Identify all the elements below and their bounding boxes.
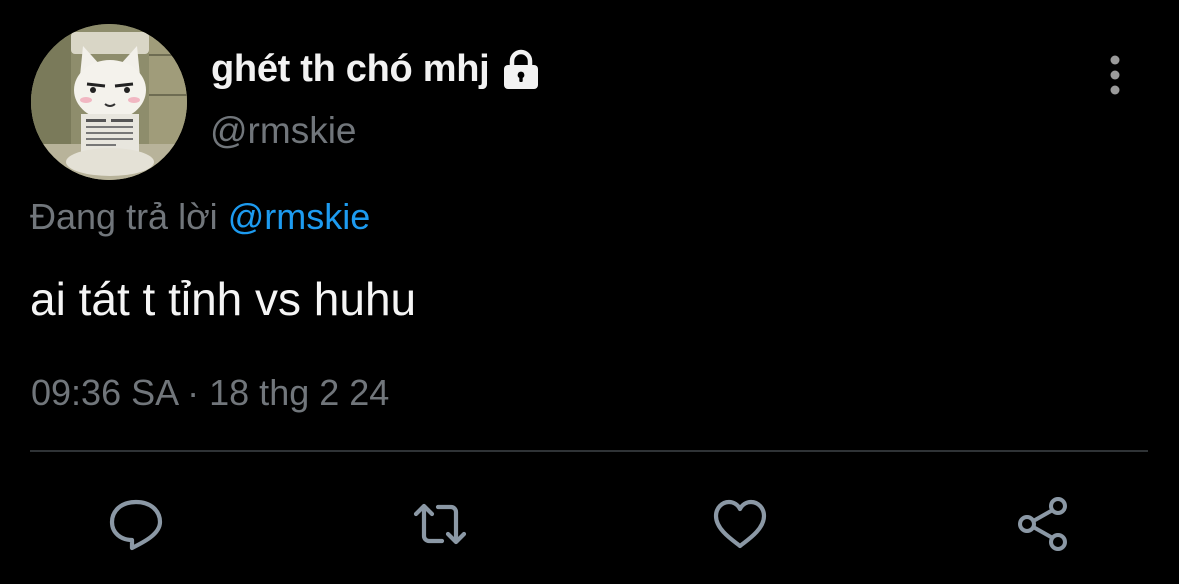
reply-mention-link[interactable]: @rmskie	[228, 196, 371, 237]
reply-icon	[109, 499, 163, 551]
tweet-timestamp[interactable]: 09:36 SA · 18 thg 2 24	[31, 372, 389, 414]
author-name-row[interactable]: ghét th chó mhj	[211, 44, 543, 94]
like-button[interactable]	[708, 492, 772, 556]
lock-icon	[504, 49, 539, 89]
retweet-icon	[413, 503, 467, 545]
replying-to-line: Đang trả lời @rmskie	[30, 196, 370, 238]
replying-to-label: Đang trả lời	[30, 196, 228, 237]
tweet-time: 09:36 SA	[31, 372, 178, 413]
user-handle[interactable]: @rmskie	[210, 110, 357, 152]
tweet-date: 18 thg 2 24	[209, 372, 390, 413]
divider	[30, 450, 1148, 452]
reply-button[interactable]	[104, 492, 168, 556]
heart-icon	[713, 499, 767, 549]
avatar[interactable]	[31, 24, 187, 180]
display-name[interactable]: ghét th chó mhj	[211, 48, 490, 91]
share-button[interactable]	[1012, 492, 1076, 556]
tweet-text: ai tát t tỉnh vs huhu	[30, 273, 417, 325]
meta-separator: ·	[177, 372, 210, 413]
retweet-button[interactable]	[408, 492, 472, 556]
more-vertical-icon[interactable]	[1100, 54, 1130, 96]
avatar-image	[31, 24, 187, 180]
share-icon	[1018, 497, 1067, 551]
